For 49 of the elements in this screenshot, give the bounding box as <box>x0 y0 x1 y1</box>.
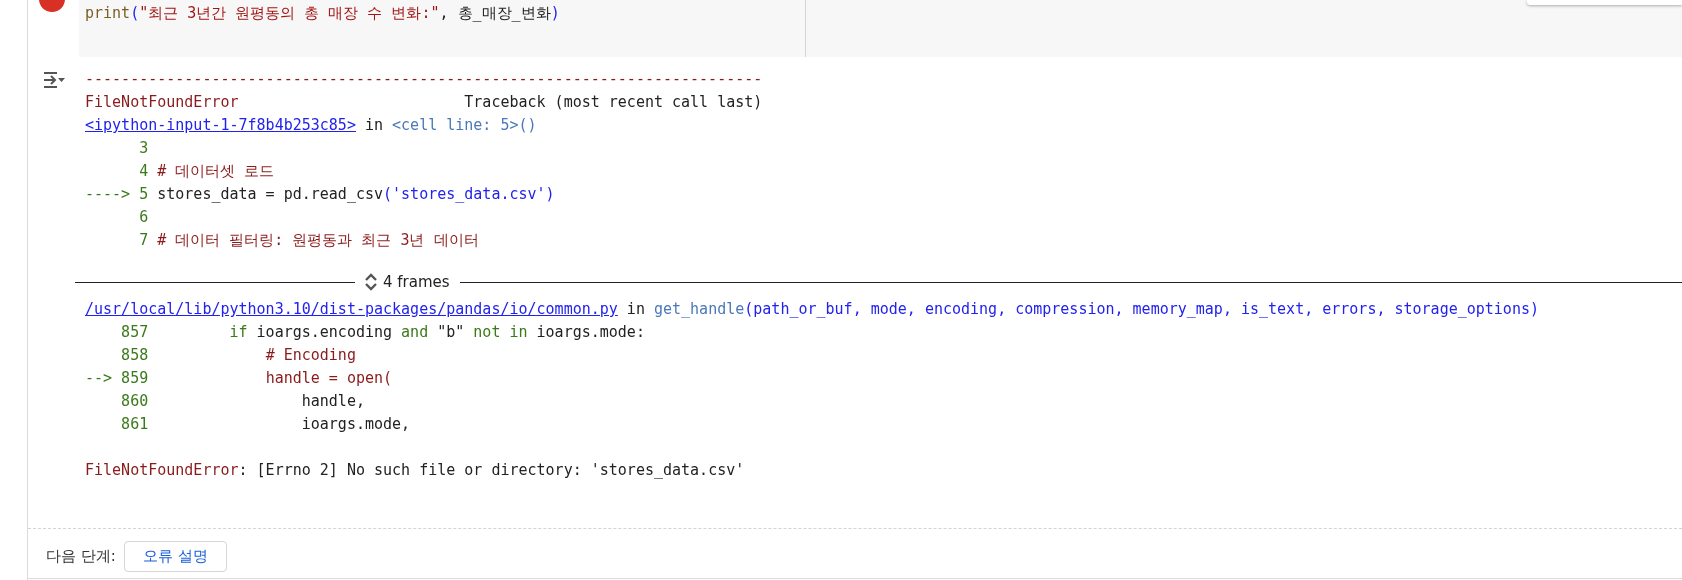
code-token: "최근 3년간 원평동의 총 매장 수 변화:" <box>139 4 440 22</box>
code-token: # 데이터셋 로드 <box>157 162 275 180</box>
code-token: handle, <box>301 392 365 410</box>
code-token: if <box>229 323 248 341</box>
code-token: ----> 5 <box>85 185 150 203</box>
code-token: # 데이터 필터링: 원평동과 최근 3년 데이터 <box>157 231 479 249</box>
code-token: 3 <box>138 139 149 157</box>
code-token: 861 <box>120 415 150 433</box>
frames-toggle[interactable]: 4 frames <box>355 272 460 292</box>
code-token: Traceback (most recent call last) <box>463 93 763 111</box>
code-token: 857 <box>120 323 150 341</box>
code-token: "b" <box>436 323 466 341</box>
code-token: ioargs.mode: <box>535 323 645 341</box>
code-token: ioargs.encoding <box>255 323 394 341</box>
code-token: 858 <box>120 346 150 364</box>
code-token: FileNotFoundError <box>85 93 239 111</box>
code-token: ( <box>130 4 140 22</box>
code-token: ioargs.mode, <box>301 415 411 433</box>
code-token: --------------------------------------------------------------------------- <box>85 70 763 88</box>
code-token: 4 <box>138 162 150 180</box>
code-token: handle = open( <box>265 369 393 387</box>
code-token: 6 <box>138 208 149 226</box>
code-token: ( <box>383 185 393 203</box>
traceback-link[interactable]: /usr/local/lib/python3.10/dist-packages/pandas/io/common.py <box>85 300 618 318</box>
code-token: ) <box>550 4 560 22</box>
expand-collapse-icon <box>365 272 377 292</box>
code-token: # Encoding <box>265 346 356 364</box>
code-token: not in <box>473 323 528 341</box>
code-token: and <box>401 323 429 341</box>
next-steps-label: 다음 단계: <box>46 547 116 566</box>
code-token: in <box>363 116 385 134</box>
traceback-link[interactable]: <ipython-input-1-7f8b4b253c85> <box>85 116 356 134</box>
code-token: , 총_매장_변화 <box>439 4 551 22</box>
code-token: in <box>625 300 646 318</box>
code-token: 'stores_data.csv' <box>392 185 546 203</box>
code-token: 7 <box>138 231 150 249</box>
code-token: 860 <box>120 392 150 410</box>
code-token: get_handle <box>653 300 745 318</box>
code-token: print <box>85 4 131 22</box>
code-token: --> 859 <box>85 369 150 387</box>
code-token: <cell line: 5>() <box>392 116 537 134</box>
code-token: (path_or_buf, mode, encoding, compression, memory_map, is_text, errors, storage_options) <box>744 300 1539 318</box>
error-message: : [Errno 2] No such file or directory: 'stores_data.csv' <box>238 461 745 479</box>
code-cell[interactable]: print("최근 3년간 원평동의 총 매장 수 변화:", 총_매장_변화) <box>28 0 1682 57</box>
code-token: ) <box>545 185 555 203</box>
error-message: FileNotFoundError <box>85 461 239 479</box>
output-icon[interactable] <box>41 70 66 90</box>
code-token: stores_data = pd.read_csv <box>157 185 384 203</box>
explain-error-button[interactable]: 오류 설명 <box>123 541 227 572</box>
